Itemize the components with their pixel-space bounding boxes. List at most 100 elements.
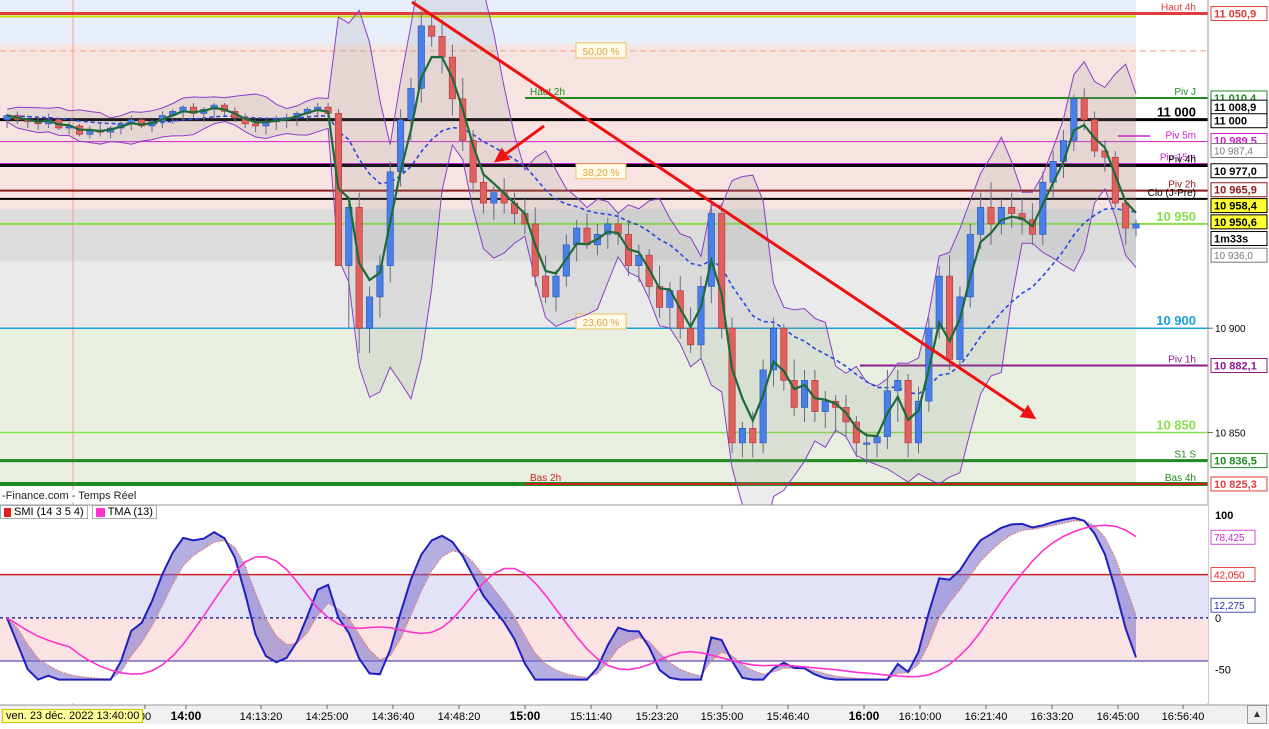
time-tick-label-7: 15:11:40 bbox=[570, 711, 612, 723]
time-tick-label-15: 16:45:00 bbox=[1097, 711, 1140, 723]
time-tick-label-5: 14:48:20 bbox=[438, 711, 481, 723]
price-badge-8: 10 958,4 bbox=[1214, 201, 1258, 213]
candle-body-79 bbox=[821, 400, 829, 412]
price-badge-6: 10 977,0 bbox=[1214, 166, 1257, 178]
indicator-tick-0: 100 bbox=[1215, 510, 1233, 522]
candle-body-83 bbox=[863, 442, 871, 445]
fib-label-1: 38,20 % bbox=[583, 168, 620, 179]
candle-body-41 bbox=[428, 25, 436, 37]
candle-92 bbox=[956, 286, 964, 370]
candle-body-73 bbox=[759, 369, 767, 444]
time-axis[interactable]: 00 14:00 14:13:20 14:25:00 14:36:40 14:48:20 1… bbox=[0, 704, 1269, 724]
candle-body-68 bbox=[707, 213, 715, 287]
candle-body-90 bbox=[935, 275, 943, 329]
candle-body-97 bbox=[1008, 206, 1016, 214]
level-label-3: 11 000 bbox=[1157, 105, 1196, 120]
price-badge-0: 11 050,9 bbox=[1214, 9, 1256, 21]
candle-70 bbox=[728, 317, 736, 454]
level-label-6: Piv 4h bbox=[1168, 155, 1196, 166]
source-label: -Finance.com - Temps Réel bbox=[0, 490, 139, 502]
candle-body-66 bbox=[687, 327, 695, 346]
time-tick-label-16: 16:56:40 bbox=[1162, 711, 1205, 723]
chart-window: Haut 4hPiv JHaut 2h11 000Piv 5mPiv 15mPi… bbox=[0, 0, 1269, 724]
candle-body-84 bbox=[873, 436, 881, 444]
price-tick-label-0: 10 900 bbox=[1215, 324, 1246, 335]
scroll-up-button[interactable]: ▲ bbox=[1247, 705, 1267, 724]
indicator-tick-1: 0 bbox=[1215, 613, 1221, 625]
candle-body-52 bbox=[542, 275, 550, 298]
price-badge-12: 10 882,1 bbox=[1214, 361, 1257, 373]
candle-body-109 bbox=[1132, 223, 1140, 229]
cursor-time-label: ven. 23 déc. 2022 13:40:00 bbox=[2, 709, 144, 723]
price-badge-13: 10 836,5 bbox=[1214, 456, 1257, 468]
upper-zone bbox=[0, 0, 1136, 45]
smi-label: SMI (14 3 5 4) bbox=[14, 506, 84, 518]
price-badge-2: 11 008,9 bbox=[1214, 102, 1256, 114]
time-tick-label-10: 15:46:40 bbox=[767, 711, 810, 723]
time-tick-label-4: 14:36:40 bbox=[372, 711, 415, 723]
price-badge-7: 10 965,9 bbox=[1214, 185, 1257, 197]
smi-swatch bbox=[4, 507, 11, 517]
tma-swatch bbox=[95, 507, 105, 517]
price-tick-label-1: 10 850 bbox=[1215, 428, 1246, 439]
price-chart[interactable]: Haut 4hPiv JHaut 2h11 000Piv 5mPiv 15mPi… bbox=[0, 0, 1269, 724]
candle-body-95 bbox=[987, 206, 995, 225]
candle-body-108 bbox=[1122, 202, 1130, 229]
candle-body-42 bbox=[438, 35, 446, 58]
price-badge-14: 10 825,3 bbox=[1214, 479, 1257, 491]
candle-73 bbox=[759, 359, 767, 454]
indicator-badge-0: 78,425 bbox=[1214, 533, 1245, 544]
level-label-1: Piv J bbox=[1174, 87, 1196, 98]
level-label-4: Piv 5m bbox=[1165, 131, 1196, 142]
indicator-panel[interactable]: 100 0 -50 78,425 42,050 12,275 bbox=[0, 504, 1256, 703]
time-tick-label-6: 15:00 bbox=[510, 709, 541, 723]
level-label-14: Bas 4h bbox=[1165, 473, 1196, 484]
candle-body-71 bbox=[738, 427, 746, 444]
level-label-9: 10 950 bbox=[1156, 209, 1196, 224]
candle-body-86 bbox=[894, 380, 902, 392]
indicator-badge-2: 12,275 bbox=[1214, 601, 1245, 612]
indicator-legend: SMI (14 3 5 4) TMA (13) bbox=[0, 505, 157, 519]
candle-body-47 bbox=[490, 192, 498, 204]
candle-body-53 bbox=[552, 275, 560, 298]
candle-body-24 bbox=[252, 123, 260, 127]
candle-69 bbox=[718, 203, 726, 339]
level-label-0: Haut 4h bbox=[1161, 3, 1196, 14]
price-badge-9: 10 950,6 bbox=[1214, 217, 1257, 229]
time-tick-label-12: 16:10:00 bbox=[899, 711, 942, 723]
smi-legend[interactable]: SMI (14 3 5 4) bbox=[0, 505, 88, 519]
level-label-15: Bas 2h bbox=[530, 473, 561, 484]
level-label-12: 10 850 bbox=[1156, 417, 1196, 432]
time-tick-label-1: 14:00 bbox=[171, 709, 202, 723]
time-tick-label-14: 16:33:20 bbox=[1031, 711, 1074, 723]
candle-body-94 bbox=[977, 206, 985, 235]
time-tick-label-9: 15:35:00 bbox=[701, 711, 744, 723]
price-badge-5: 10 987,4 bbox=[1214, 147, 1253, 158]
time-tick-label-8: 15:23:20 bbox=[636, 711, 679, 723]
indicator-badge-1: 42,050 bbox=[1214, 571, 1245, 582]
candle-body-55 bbox=[573, 227, 581, 246]
level-label-10: 10 900 bbox=[1156, 313, 1196, 328]
indicator-upper-zone bbox=[0, 574, 1208, 618]
level-label-8: Clo (J-Pre) bbox=[1148, 188, 1196, 199]
indicator-tick-2: -50 bbox=[1215, 664, 1231, 676]
candle-body-87 bbox=[904, 380, 912, 444]
tma-legend[interactable]: TMA (13) bbox=[91, 505, 157, 519]
fib-label-2: 23,60 % bbox=[583, 318, 620, 329]
candle-body-91 bbox=[946, 275, 954, 360]
price-badge-11: 10 936,0 bbox=[1214, 251, 1253, 262]
candle-body-104 bbox=[1080, 98, 1088, 120]
price-badge-3: 11 000 bbox=[1214, 116, 1247, 128]
candle-body-72 bbox=[749, 427, 757, 444]
level-label-13: S1 S bbox=[1174, 450, 1196, 461]
time-tick-label-11: 16:00 bbox=[849, 709, 880, 723]
time-tick-label-13: 16:21:40 bbox=[965, 711, 1008, 723]
time-tick-label-2: 14:13:20 bbox=[240, 711, 283, 723]
candle-body-35 bbox=[366, 296, 374, 329]
tma-label: TMA (13) bbox=[107, 506, 153, 518]
level-label-11: Piv 1h bbox=[1168, 355, 1196, 366]
fib-label-0: 50,00 % bbox=[583, 47, 620, 58]
candle-body-46 bbox=[479, 181, 487, 204]
time-tick-label-3: 14:25:00 bbox=[306, 711, 349, 723]
price-badge-10: 1m33s bbox=[1214, 234, 1248, 246]
